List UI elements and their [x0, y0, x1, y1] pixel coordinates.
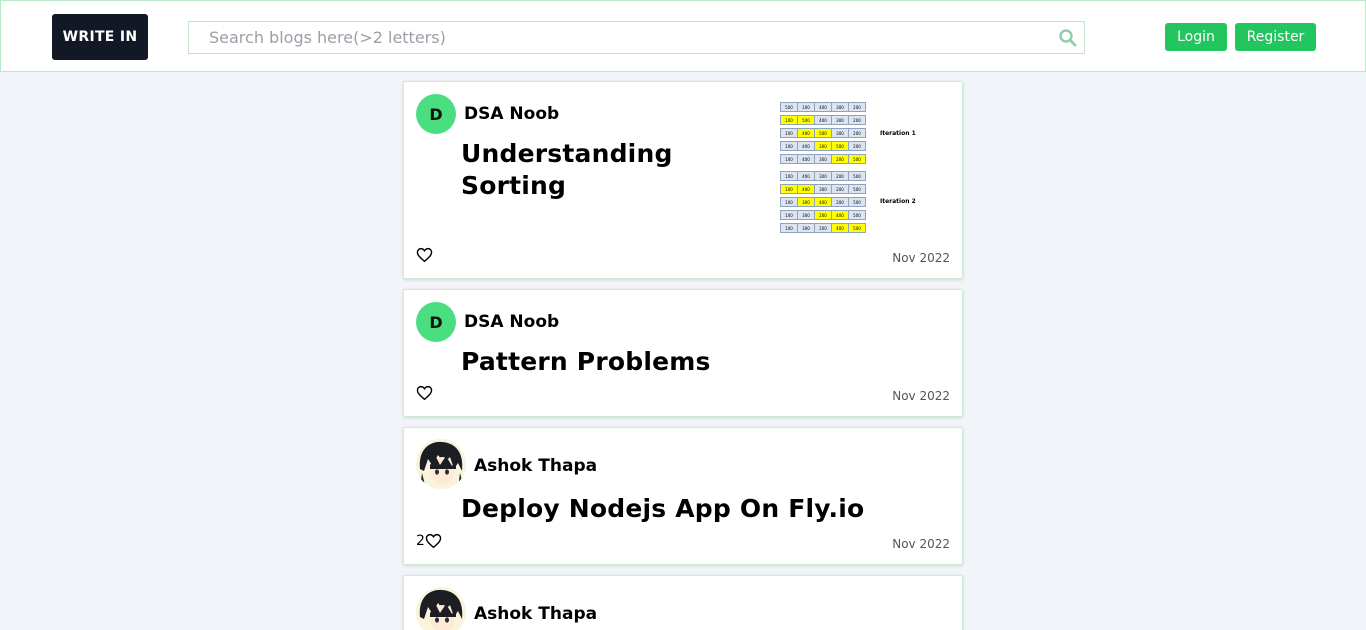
cell: 300 — [814, 154, 832, 164]
cell: 100 — [780, 128, 798, 138]
cell: 100 — [780, 223, 798, 233]
cell: 200 — [848, 128, 866, 138]
like-control[interactable] — [416, 247, 433, 263]
anime-avatar-icon — [416, 587, 466, 630]
cell: 400 — [797, 171, 815, 181]
cell: 300 — [814, 184, 832, 194]
author-name[interactable]: DSA Noob — [464, 312, 559, 332]
cell: 200 — [848, 102, 866, 112]
like-control[interactable] — [416, 385, 433, 401]
like-control[interactable]: 2 — [416, 533, 442, 549]
cell: 500 — [848, 184, 866, 194]
cell: 300 — [797, 197, 815, 207]
cell: 200 — [831, 154, 849, 164]
cell: 500 — [848, 154, 866, 164]
author-name[interactable]: Ashok Thapa — [474, 456, 597, 476]
heart-icon[interactable] — [416, 247, 433, 263]
cell: 300 — [814, 171, 832, 181]
cell: 500 — [848, 210, 866, 220]
cell: 500 — [814, 128, 832, 138]
cell: 200 — [831, 171, 849, 181]
heart-icon[interactable] — [425, 533, 442, 549]
cell: 200 — [848, 115, 866, 125]
cell: 300 — [831, 115, 849, 125]
cell: 100 — [780, 197, 798, 207]
search-icon[interactable] — [1058, 28, 1078, 48]
register-button[interactable]: Register — [1235, 23, 1316, 51]
cell: 300 — [814, 141, 832, 151]
cell: 300 — [797, 223, 815, 233]
cell: 300 — [831, 128, 849, 138]
post-title[interactable]: Deploy Nodejs App On Fly.io — [461, 493, 864, 525]
author-name[interactable]: Ashok Thapa — [474, 604, 597, 624]
login-button[interactable]: Login — [1165, 23, 1227, 51]
post-title[interactable]: Pattern Problems — [461, 346, 711, 378]
post-card[interactable]: Ashok Thapa Deploy Nodejs App On Fly.io … — [403, 427, 963, 565]
search-box — [188, 21, 1085, 54]
post-card[interactable]: Ashok Thapa — [403, 575, 963, 630]
post-thumbnail[interactable]: 500 100 400 300 200 100 500 400 300 200 100 400 50… — [780, 102, 920, 234]
site-logo[interactable]: WRITE IN — [52, 14, 148, 60]
cell: 200 — [831, 184, 849, 194]
post-card[interactable]: D DSA Noob Pattern Problems Nov 2022 — [403, 289, 963, 417]
cell: 500 — [780, 102, 798, 112]
cell: 100 — [780, 171, 798, 181]
cell: 200 — [831, 197, 849, 207]
cell: 100 — [780, 184, 798, 194]
cell: 400 — [814, 197, 832, 207]
cell: 400 — [831, 223, 849, 233]
cell: 100 — [780, 210, 798, 220]
cell: 100 — [780, 154, 798, 164]
avatar[interactable]: D — [416, 94, 456, 134]
like-count: 2 — [416, 533, 425, 549]
avatar[interactable]: D — [416, 302, 456, 342]
cell: 400 — [814, 102, 832, 112]
cell: 500 — [848, 223, 866, 233]
cell: 100 — [797, 102, 815, 112]
cell: 100 — [780, 115, 798, 125]
cell: 400 — [797, 141, 815, 151]
anime-avatar-icon — [416, 439, 466, 489]
post-card[interactable]: D DSA Noob Understanding Sorting 500 100 4… — [403, 81, 963, 279]
avatar[interactable] — [416, 439, 466, 489]
cell: 400 — [797, 128, 815, 138]
cell: 100 — [780, 141, 798, 151]
author-name[interactable]: DSA Noob — [464, 104, 559, 124]
top-navbar: WRITE IN Login Register — [0, 0, 1366, 72]
cell: 200 — [814, 210, 832, 220]
cell: 500 — [848, 197, 866, 207]
cell: 300 — [831, 102, 849, 112]
post-date: Nov 2022 — [892, 251, 950, 265]
post-title[interactable]: Understanding Sorting — [461, 138, 721, 202]
cell: 200 — [848, 141, 866, 151]
heart-icon[interactable] — [416, 385, 433, 401]
post-date: Nov 2022 — [892, 537, 950, 551]
cell: 400 — [814, 115, 832, 125]
cell: 300 — [797, 210, 815, 220]
cell: 500 — [797, 115, 815, 125]
cell: 500 — [831, 141, 849, 151]
avatar[interactable] — [416, 587, 466, 630]
iteration-1-label: Iteration 1 — [880, 130, 916, 137]
search-input[interactable] — [189, 22, 1049, 53]
post-date: Nov 2022 — [892, 389, 950, 403]
cell: 400 — [797, 154, 815, 164]
cell: 400 — [831, 210, 849, 220]
cell: 200 — [814, 223, 832, 233]
cell: 500 — [848, 171, 866, 181]
iteration-2-label: Iteration 2 — [880, 198, 916, 205]
cell: 400 — [797, 184, 815, 194]
